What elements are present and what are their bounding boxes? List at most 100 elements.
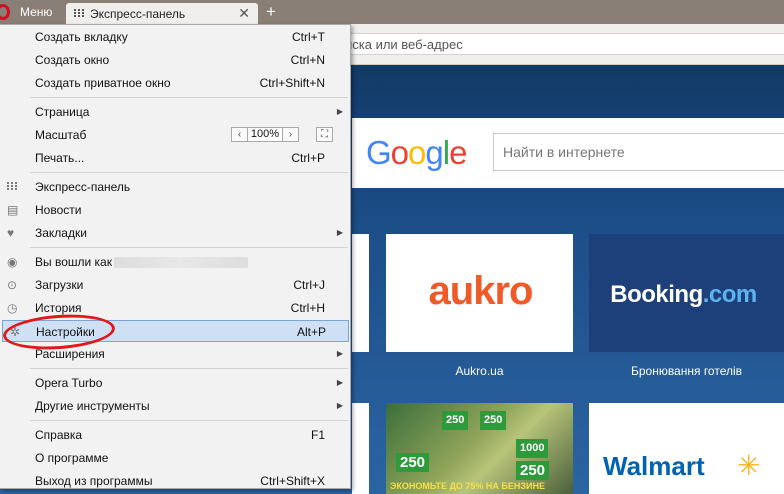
speed-dial-tile-promo[interactable]: 250 250 250 1000 250 ЭКОНОМЬТЕ ДО 75% НА… [386,403,573,494]
menu-separator [30,97,348,98]
menu-item-вы-вошли-как[interactable]: ◉ Вы вошли как [0,251,349,273]
zoom-out-button[interactable]: ‹ [231,127,248,142]
menu-item-закладки[interactable]: ♥ Закладки ▶ [0,222,349,244]
promo-price: 1000 [516,439,549,458]
zoom-in-button[interactable]: › [282,127,299,142]
menu-item-shortcut: Ctrl+H [290,301,325,315]
tab-title: Экспресс-панель [90,7,186,21]
submenu-arrow-icon: ▶ [336,349,343,358]
menu-item-shortcut: Ctrl+J [293,278,325,292]
menu-item-label: Другие инструменты [35,399,150,413]
opera-main-menu: Создать вкладку Ctrl+T Создать окно Ctrl+N С… [0,24,351,489]
menu-item-opera-turbo[interactable]: Opera Turbo ▶ [0,372,349,394]
menu-item-label: О программе [35,451,109,465]
speed-dial-tile-partial[interactable] [352,403,369,494]
news-icon: ▤ [7,203,19,217]
menu-item-печать[interactable]: Печать... Ctrl+P [0,147,349,169]
menu-label: Меню [20,5,53,19]
menu-item-shortcut: Ctrl+P [291,151,325,165]
menu-item-label: Печать... [35,151,85,165]
tile-label-booking: Бронювання готелів [630,364,743,378]
menu-item-label: Закладки [35,226,87,240]
menu-item-label: Новости [35,203,82,217]
submenu-arrow-icon: ▶ [336,378,343,387]
speed-dial-icon [74,9,84,17]
menu-item-label: Страница [35,105,90,119]
menu-item-label: Выход из программы [35,474,153,488]
speed-dial-tile-aukro[interactable]: aukro [386,234,573,352]
menu-item-shortcut: Ctrl+N [290,53,325,67]
zoom-level: 100% [248,127,282,142]
menu-item-shortcut: F1 [310,428,325,442]
menu-item-label: Вы вошли как [35,255,112,269]
tile-label-aukro: Aukro.ua [455,364,504,378]
submenu-arrow-icon: ▶ [336,107,343,116]
google-logo-letter: e [449,134,467,171]
walmart-logo: Walmart [603,451,705,481]
menu-item-label: Загрузки [35,278,84,292]
blurred-account-name [114,257,248,268]
booking-logo-name: Booking [610,281,703,308]
speed-dial-tile-booking[interactable]: Booking.com [589,234,784,352]
menu-separator [30,247,348,248]
google-logo-letter: o [408,134,426,171]
menu-item-shortcut: Alt+P [296,325,326,339]
menu-item-label: Opera Turbo [35,376,103,390]
menu-item-shortcut: Ctrl+T [292,30,325,44]
menu-item-страница[interactable]: Страница ▶ [0,101,349,123]
heart-icon: ♥ [7,226,15,240]
menu-item-label: Экспресс-панель [35,180,131,194]
speed-dial-tile-partial[interactable] [352,234,369,352]
menu-item-выход-из-программы[interactable]: Выход из программы Ctrl+Shift+X [0,470,349,492]
promo-price: 250 [442,411,469,430]
tab-speed-dial[interactable]: Экспресс-панель ✕ [66,3,258,24]
booking-logo: Booking.com [589,281,778,309]
menu-item-создать-окно[interactable]: Создать окно Ctrl+N [0,49,349,71]
menu-item-создать-вкладку[interactable]: Создать вкладку Ctrl+T [0,26,349,48]
menu-item-другие-инструменты[interactable]: Другие инструменты ▶ [0,395,349,417]
promo-price: 250 [516,461,550,480]
menu-item-shortcut: Ctrl+Shift+X [260,474,325,488]
menu-item-о-программе[interactable]: О программе [0,447,349,469]
fullscreen-button[interactable]: ⛶ [316,127,333,142]
new-tab-button[interactable]: + [266,2,276,22]
promo-text: ЭКОНОМЬТЕ ДО 75% НА БЕНЗИНЕ [390,481,545,491]
opera-logo-icon [0,4,10,20]
menu-item-загрузки[interactable]: ⊙ Загрузки Ctrl+J [0,274,349,296]
promo-price: 250 [480,411,507,430]
menu-item-label: Создать вкладку [35,30,128,44]
walmart-spark-icon: ✳ [737,450,761,481]
promo-price: 250 [396,453,430,472]
menu-separator [30,368,348,369]
close-icon[interactable]: ✕ [238,5,250,22]
aukro-logo: aukro [428,269,534,313]
opera-menu-button[interactable]: Меню [0,0,62,24]
history-icon: ◷ [7,301,18,315]
search-input[interactable]: Найти в интернете [493,133,784,171]
address-input[interactable]: иска или веб-адрес [330,33,784,55]
menu-separator [30,172,348,173]
menu-item-label: Создать приватное окно [35,76,171,90]
menu-item-новости[interactable]: ▤ Новости [0,199,349,221]
menu-item-создать-приватное-окно[interactable]: Создать приватное окно Ctrl+Shift+N [0,72,349,94]
menu-item-shortcut: Ctrl+Shift+N [259,76,325,90]
google-search-box: Google Найти в интернете [352,118,784,188]
account-icon: ◉ [7,255,18,269]
google-logo-letter: G [366,134,392,171]
tab-strip: Меню Экспресс-панель ✕ + [0,0,784,24]
menu-separator [30,420,348,421]
download-icon: ⊙ [7,278,18,292]
speed-dial-icon [7,181,20,193]
booking-logo-suffix: .com [702,281,758,308]
menu-item-масштаб[interactable]: Масштаб ‹ 100% › ⛶ [0,124,349,146]
speed-dial-tile-walmart[interactable]: Walmart ✳ [589,403,784,494]
menu-item-label: Масштаб [35,128,87,142]
menu-item-справка[interactable]: Справка F1 [0,424,349,446]
google-logo-letter: g [425,134,443,171]
google-logo: Google [366,134,467,172]
submenu-arrow-icon: ▶ [336,228,343,237]
menu-item-label: Справка [35,428,83,442]
google-logo-letter: o [390,134,409,171]
menu-item-экспресс-панель[interactable]: Экспресс-панель [0,176,349,198]
extensions-icon [7,348,20,360]
